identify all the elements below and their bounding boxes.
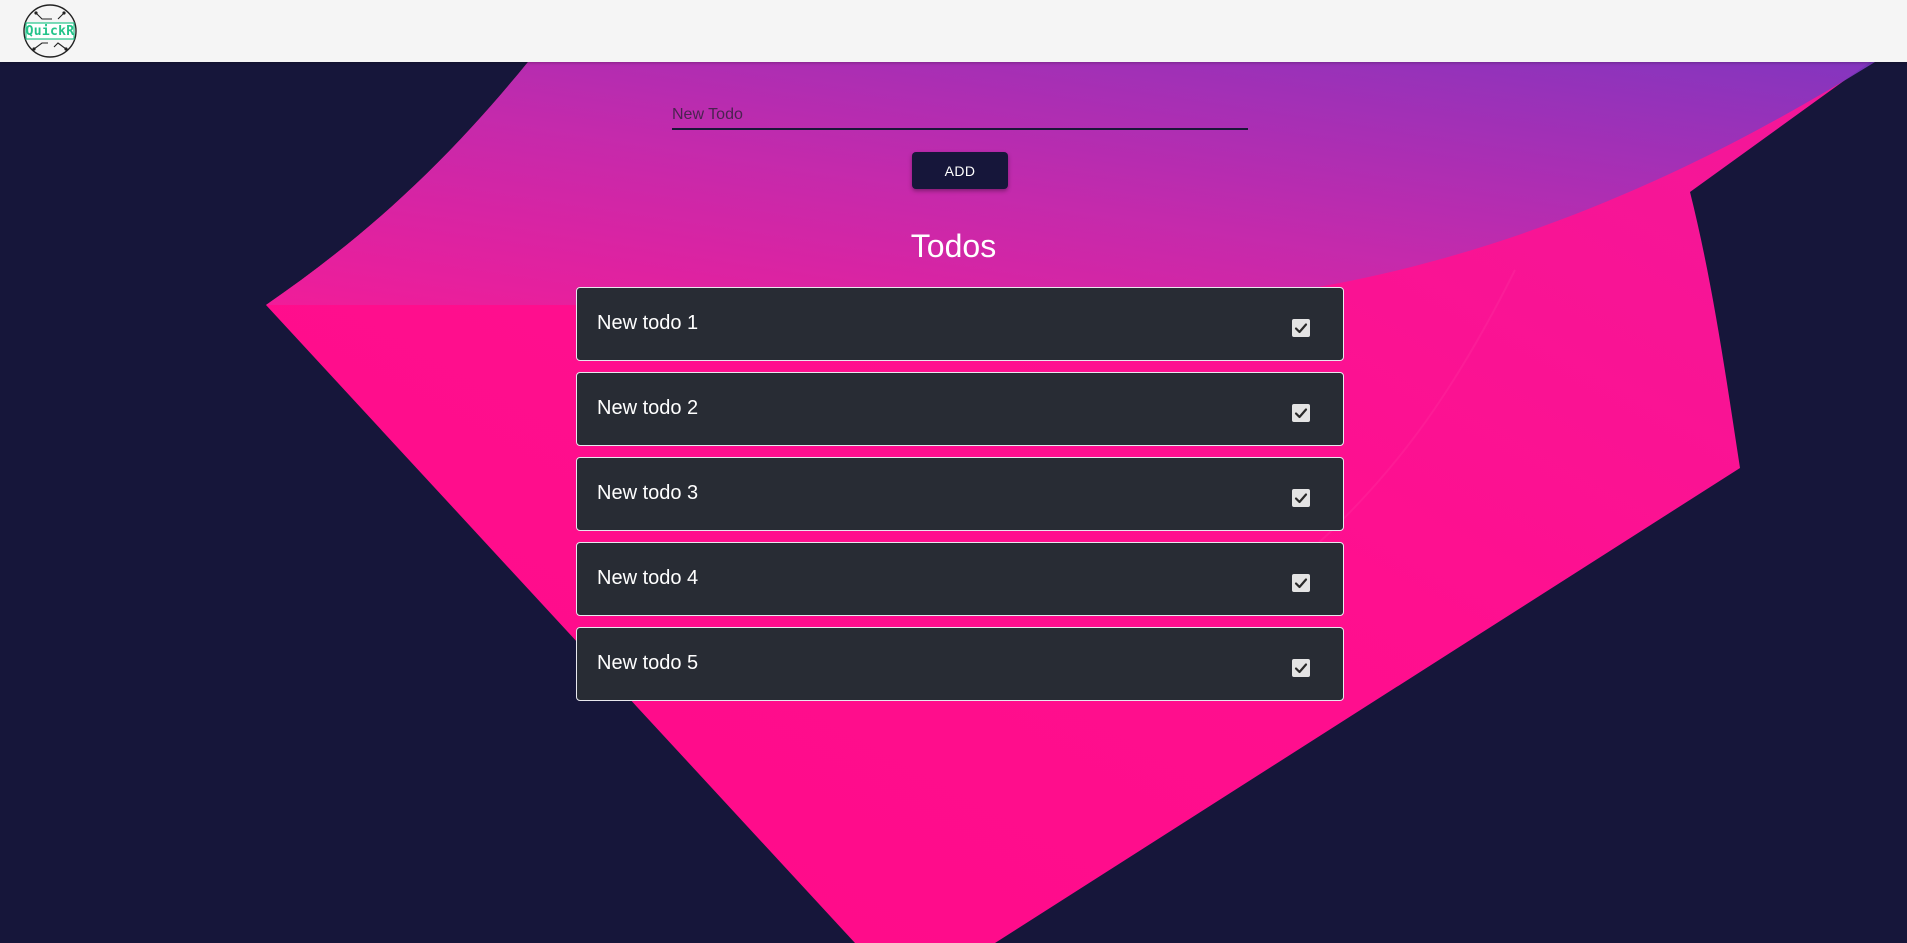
checkmark-icon [1294, 493, 1308, 504]
add-button[interactable]: ADD [912, 152, 1008, 189]
checkmark-icon [1294, 408, 1308, 419]
todo-label: New todo 3 [597, 482, 699, 504]
todo-item: New todo 4 [576, 542, 1344, 616]
top-bar: QuickR [0, 0, 1907, 62]
new-todo-input[interactable] [672, 102, 1248, 130]
todo-item: New todo 3 [576, 457, 1344, 531]
checkmark-icon [1294, 323, 1308, 334]
todo-list: New todo 1 New todo 2 New todo 3 New tod… [576, 287, 1344, 712]
todo-label: New todo 1 [597, 312, 699, 334]
todo-item: New todo 5 [576, 627, 1344, 701]
quickr-logo[interactable]: QuickR [22, 3, 78, 59]
todo-checkbox[interactable] [1292, 404, 1310, 422]
logo-text: QuickR [25, 23, 75, 39]
todo-checkbox[interactable] [1292, 659, 1310, 677]
checkmark-icon [1294, 578, 1308, 589]
todos-heading: Todos [910, 228, 997, 264]
todo-checkbox[interactable] [1292, 319, 1310, 337]
todo-checkbox[interactable] [1292, 574, 1310, 592]
todo-checkbox[interactable] [1292, 489, 1310, 507]
todo-item: New todo 2 [576, 372, 1344, 446]
checkmark-icon [1294, 663, 1308, 674]
todo-label: New todo 2 [597, 397, 699, 419]
todo-item: New todo 1 [576, 287, 1344, 361]
todo-label: New todo 4 [597, 567, 699, 589]
todo-app: ADD Todos New todo 1 New todo 2 New todo… [0, 62, 1907, 943]
todo-label: New todo 5 [597, 652, 699, 674]
